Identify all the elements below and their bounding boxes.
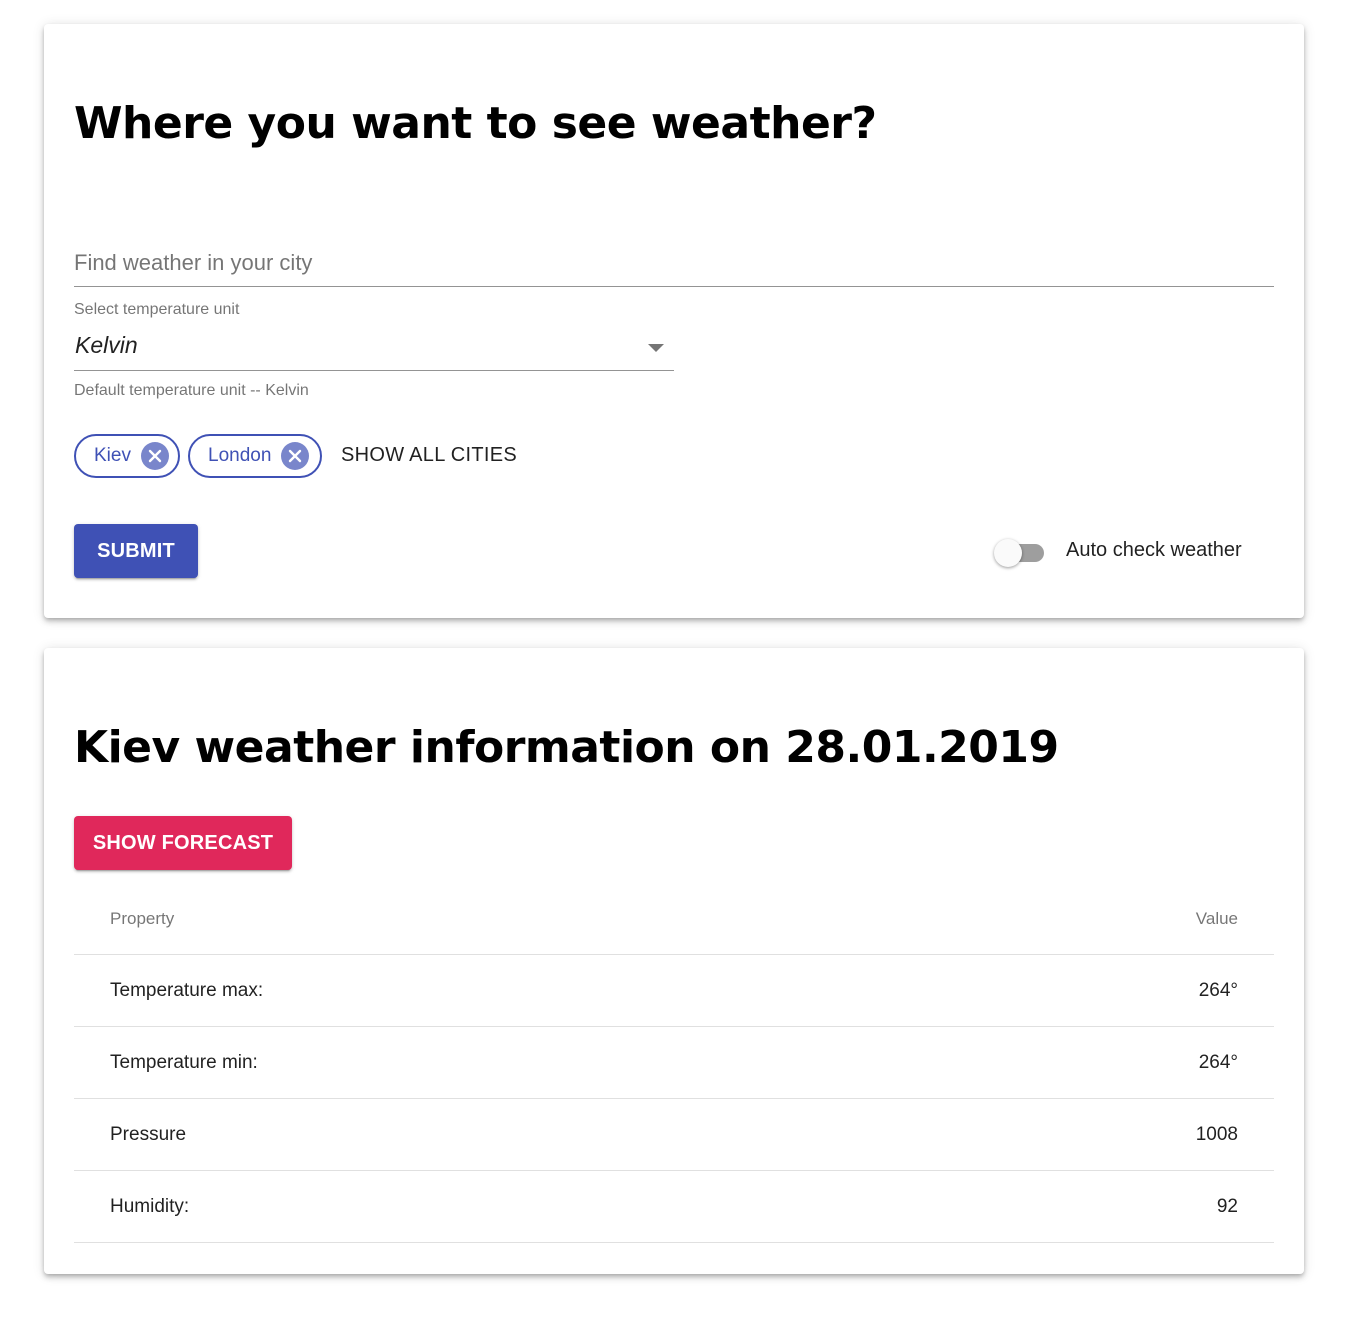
weather-info-title: Kiev weather information on 28.01.2019 xyxy=(74,722,1059,773)
unit-select-label: Select temperature unit xyxy=(74,301,240,318)
search-title: Where you want to see weather? xyxy=(74,98,877,149)
chip-label: Kiev xyxy=(94,445,131,466)
unit-select[interactable]: Kelvin xyxy=(74,328,674,371)
value-cell: 1008 xyxy=(869,1098,1274,1171)
table-row: Humidity: 92 xyxy=(74,1170,1274,1243)
city-search-field[interactable] xyxy=(74,244,1274,287)
city-search-input[interactable] xyxy=(74,244,1274,282)
property-cell: Humidity: xyxy=(74,1170,870,1243)
property-cell: Pressure xyxy=(74,1098,870,1171)
search-card: Where you want to see weather? Select te… xyxy=(44,24,1304,618)
close-icon[interactable] xyxy=(140,442,169,470)
unit-select-value: Kelvin xyxy=(75,332,138,358)
property-cell: Temperature min: xyxy=(74,1026,870,1099)
switch-thumb xyxy=(994,539,1022,567)
weather-table: Property Value Temperature max: 264° Tem… xyxy=(74,884,1274,1243)
column-header-property: Property xyxy=(74,884,870,955)
show-forecast-button[interactable]: SHOW FORECAST xyxy=(74,816,292,870)
city-chip-london[interactable]: London xyxy=(188,434,322,478)
table-header-row: Property Value xyxy=(74,884,1274,955)
value-cell: 92 xyxy=(869,1170,1274,1243)
submit-button[interactable]: SUBMIT xyxy=(74,524,198,578)
unit-helper-text: Default temperature unit -- Kelvin xyxy=(74,382,309,399)
column-header-value: Value xyxy=(869,884,1274,955)
auto-check-switch[interactable] xyxy=(994,536,1046,567)
property-cell: Temperature max: xyxy=(74,954,870,1027)
table-row: Temperature min: 264° xyxy=(74,1026,1274,1099)
city-chip-kiev[interactable]: Kiev xyxy=(74,434,180,478)
value-cell: 264° xyxy=(869,1026,1274,1099)
dropdown-arrow-icon xyxy=(648,344,664,352)
chip-label: London xyxy=(208,445,272,466)
weather-info-card: Kiev weather information on 28.01.2019 S… xyxy=(44,648,1304,1274)
table-row: Temperature max: 264° xyxy=(74,954,1274,1027)
value-cell: 264° xyxy=(869,954,1274,1027)
close-icon[interactable] xyxy=(281,442,310,470)
show-all-cities-button[interactable]: SHOW ALL CITIES xyxy=(341,444,517,467)
auto-check-label: Auto check weather xyxy=(1066,539,1242,561)
table-row: Pressure 1008 xyxy=(74,1098,1274,1171)
